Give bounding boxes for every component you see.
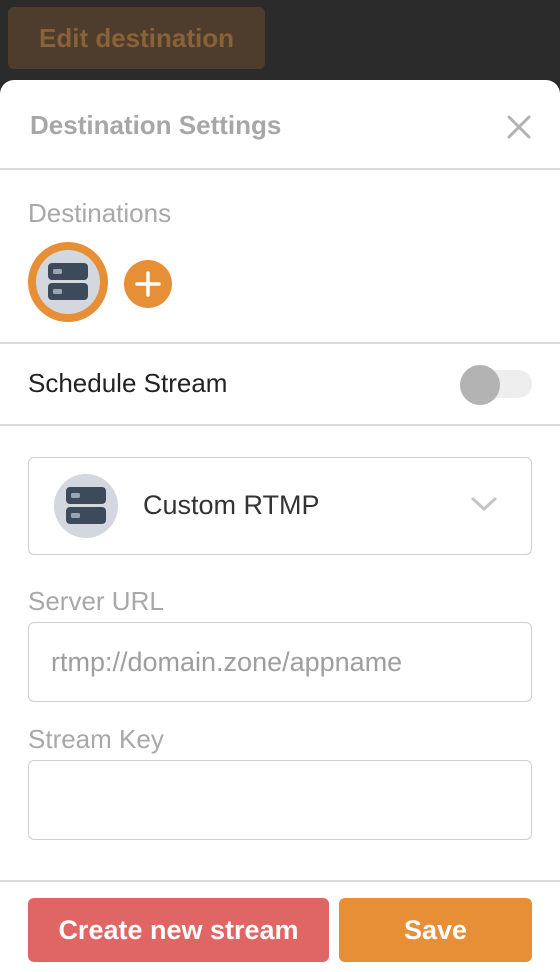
panel-footer: Create new stream Save	[0, 880, 560, 972]
plus-icon	[135, 271, 161, 297]
destinations-label: Destinations	[28, 198, 172, 228]
schedule-stream-label: Schedule Stream	[28, 368, 228, 398]
panel-header: Destination Settings	[0, 80, 560, 170]
server-icon	[66, 487, 106, 524]
top-bar: Edit destination	[0, 0, 560, 80]
stream-key-label: Stream Key	[28, 724, 164, 754]
chevron-down-icon	[471, 497, 497, 511]
save-button[interactable]: Save	[339, 898, 532, 962]
platform-select[interactable]: Custom RTMP	[28, 457, 532, 555]
create-new-stream-button[interactable]: Create new stream	[28, 898, 329, 962]
schedule-toggle[interactable]	[460, 365, 500, 405]
close-icon[interactable]	[504, 112, 534, 142]
stream-key-input[interactable]	[28, 760, 532, 840]
destinations-section: Destinations	[0, 170, 560, 344]
destination-settings-panel: Destination Settings Destinations Schedu…	[0, 80, 560, 972]
server-url-label: Server URL	[28, 586, 164, 616]
edit-destination-button[interactable]: Edit destination	[8, 7, 265, 69]
destination-item-selected[interactable]	[28, 242, 108, 322]
platform-select-label: Custom RTMP	[143, 490, 320, 520]
destination-item-icon-bg	[36, 250, 100, 314]
server-icon	[48, 263, 88, 300]
schedule-section: Schedule Stream	[0, 344, 560, 426]
panel-title: Destination Settings	[30, 110, 282, 140]
platform-icon-bg	[54, 474, 118, 538]
server-url-input[interactable]	[28, 622, 532, 702]
add-destination-button[interactable]	[124, 260, 172, 308]
